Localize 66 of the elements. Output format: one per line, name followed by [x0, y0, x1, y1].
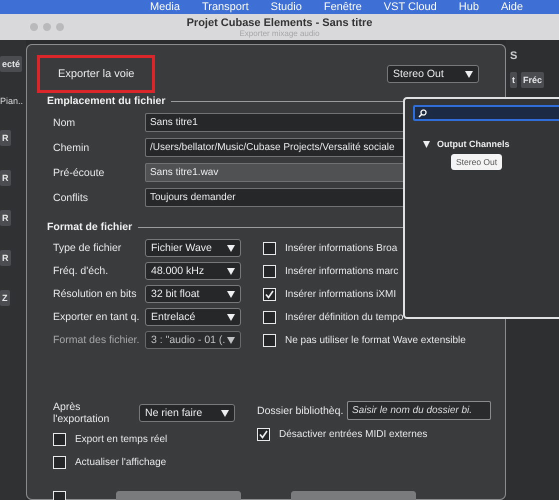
field-label: Nom [53, 116, 76, 128]
menu-item[interactable]: Aide [500, 1, 523, 13]
checkbox[interactable] [53, 456, 66, 468]
track-button[interactable]: R [0, 250, 10, 266]
field-label: Fréq. d'éch. [53, 265, 110, 277]
caret-icon [227, 336, 235, 344]
checkbox[interactable] [263, 334, 276, 346]
checkbox-label: Ne pas utiliser le format Wave extensible [285, 334, 466, 346]
export-mode-label[interactable]: Exporter la voie [37, 55, 156, 93]
field-label: Type de fichier [53, 242, 122, 254]
toolbar-button[interactable]: t [510, 72, 517, 88]
checkbox-label: Export en temps réel [75, 434, 168, 444]
field-label: Après l'exportation [53, 401, 110, 425]
menu-item[interactable]: Studio [270, 1, 302, 13]
checkbox[interactable] [53, 432, 66, 446]
menu-item[interactable]: Media [150, 1, 180, 13]
caret-icon [221, 410, 229, 416]
track-button[interactable]: R [0, 130, 10, 146]
caret-icon [227, 314, 235, 320]
tree-item[interactable]: Stereo Out [451, 154, 502, 170]
checkbox-label: Insérer informations iXMI [285, 288, 396, 300]
checkbox-label: Insérer informations Broa [285, 242, 398, 254]
menu-item[interactable]: Fenêtre [324, 1, 362, 13]
channel-select[interactable]: Stereo Out [387, 65, 479, 83]
checkbox[interactable] [263, 288, 276, 300]
dropdown[interactable]: Fichier Wave [145, 239, 241, 257]
field-label: Résolution en bits [53, 288, 138, 300]
checkbox-label: Insérer définition du tempo [285, 312, 404, 322]
panel-heading: S [510, 50, 518, 62]
caret-icon [227, 244, 235, 252]
checkbox[interactable] [257, 428, 270, 440]
track-button[interactable]: R [0, 170, 10, 186]
toolbar-button[interactable]: Fréc [521, 72, 544, 88]
search-field[interactable] [413, 105, 559, 121]
checkbox[interactable] [263, 310, 276, 324]
track-button[interactable]: R [0, 210, 10, 226]
checkbox-label: Actualiser l'affichage [75, 456, 166, 468]
field-label: Chemin [53, 142, 90, 154]
field-label: Format des fichier. [53, 334, 140, 346]
checkbox[interactable] [263, 242, 276, 254]
input-field[interactable]: Saisir le nom du dossier bi. [347, 401, 491, 420]
field-label: Dossier bibliothèq. [257, 404, 344, 416]
field-label: Conflits [53, 192, 90, 204]
menu-item[interactable]: Hub [458, 1, 479, 13]
section-title: Format de fichier [47, 221, 132, 233]
track-name: Pian.. [0, 96, 24, 106]
field-label: Exporter en tant q. [53, 311, 140, 323]
window-title: Projet Cubase Elements - Sans titre [186, 16, 372, 28]
section-title: Emplacement du fichier [47, 95, 166, 107]
checkbox[interactable] [263, 264, 276, 278]
caret-icon [227, 268, 235, 274]
checkbox-label: Insérer informations marc [285, 266, 398, 276]
menu-item[interactable]: Transport [202, 1, 249, 13]
caret-icon [227, 290, 235, 298]
expand-triangle-icon[interactable] [423, 140, 430, 148]
track-button[interactable]: Z [0, 290, 10, 306]
menu-item[interactable]: VST Cloud [384, 1, 437, 13]
dropdown[interactable]: 48.000 kHz [145, 262, 241, 280]
field-label: Pré-écoute [53, 166, 106, 178]
checkbox-label: Désactiver entrées MIDI externes [279, 428, 428, 440]
track-button[interactable]: ecté [0, 56, 22, 72]
dropdown[interactable]: Entrelacé [145, 308, 241, 326]
dropdown[interactable]: Ne rien faire [139, 404, 235, 422]
dropdown[interactable]: 32 bit float [145, 285, 241, 303]
search-icon [418, 108, 427, 118]
caret-icon [465, 70, 473, 78]
